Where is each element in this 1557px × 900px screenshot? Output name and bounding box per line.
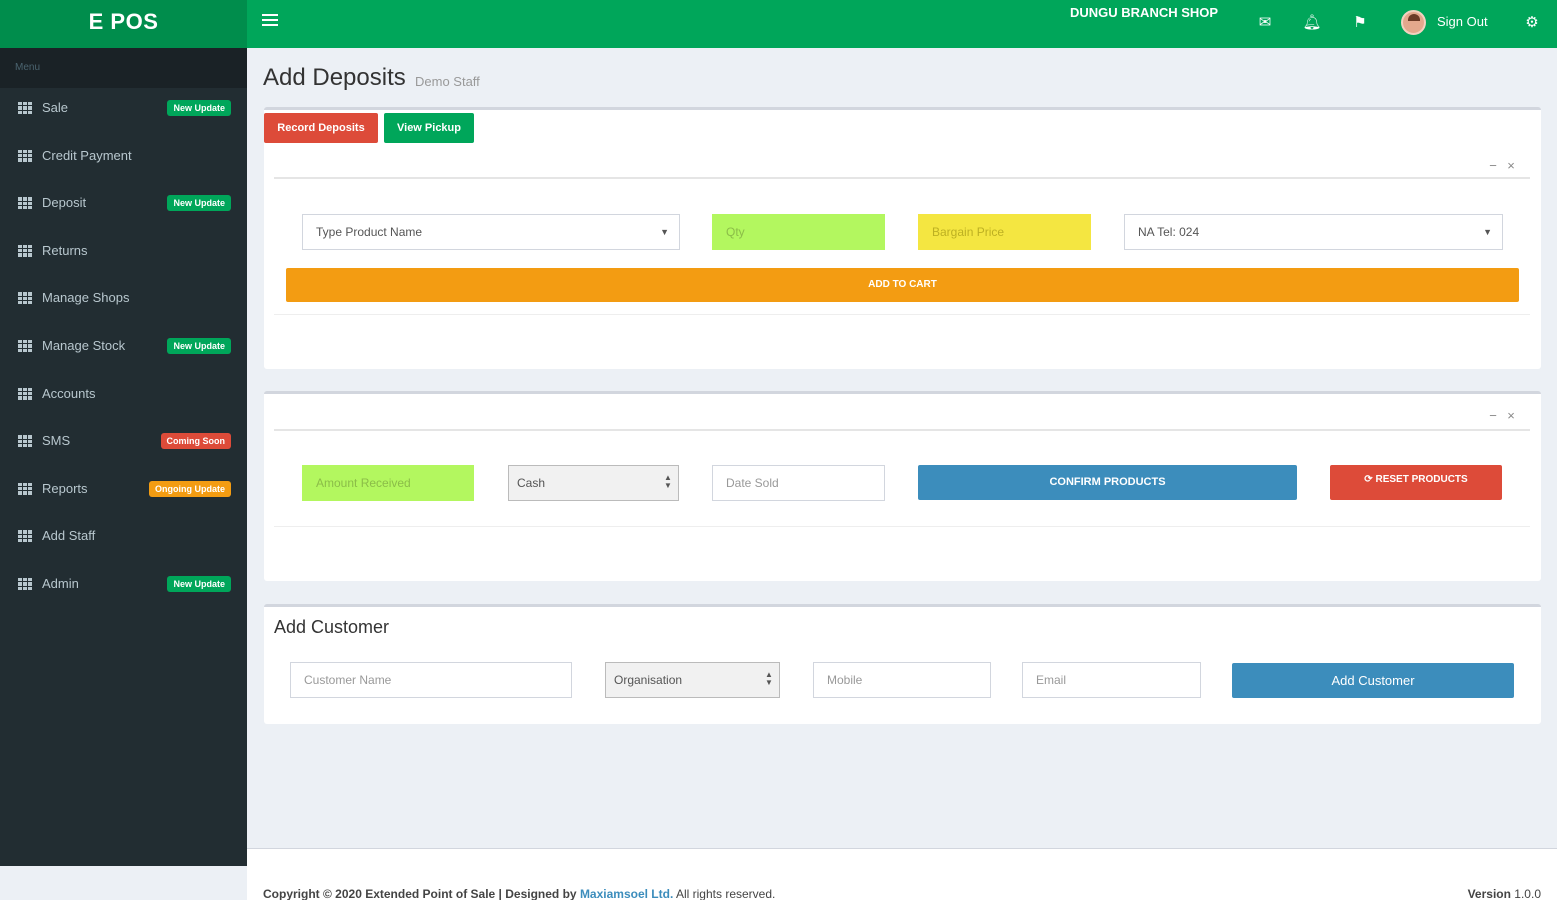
sidebar-item-label: Reports — [42, 480, 88, 496]
sidebar-item-sms[interactable]: SMS Coming Soon — [0, 421, 247, 461]
flag-icon[interactable]: ⚑ — [1349, 12, 1371, 34]
sign-out-link[interactable]: Sign Out — [1437, 14, 1488, 29]
table-icon — [18, 387, 32, 400]
confirm-products-button[interactable]: CONFIRM PRODUCTS — [918, 465, 1297, 500]
divider — [274, 526, 1530, 527]
refresh-icon: ⟳ — [1364, 474, 1376, 485]
table-icon — [18, 197, 32, 210]
organisation-select[interactable]: Organisation ▲ ▼ — [605, 662, 780, 698]
caret-down-icon: ▼ — [1483, 227, 1492, 237]
table-icon — [18, 530, 32, 543]
sidebar-item-sale[interactable]: Sale New Update — [0, 88, 247, 128]
box-tools: − × — [1484, 408, 1524, 424]
sidebar-item-label: Sale — [42, 100, 69, 115]
table-icon — [18, 340, 32, 352]
date-sold-input[interactable]: Date Sold — [712, 465, 885, 501]
sidebar-header: Menu — [0, 48, 247, 88]
divider — [274, 429, 1530, 431]
customer-name-input[interactable]: Customer Name — [290, 662, 572, 698]
sidebar-item-label: SMS — [42, 433, 71, 449]
designer-link[interactable]: Maxiamsoel Ltd. — [580, 887, 673, 900]
version-label: Version — [1467, 887, 1511, 900]
select-arrows-icon: ▲ ▼ — [765, 670, 773, 687]
sidebar-item-admin[interactable]: Admin New Update — [0, 564, 247, 604]
top-navbar: E POS DUNGU BRANCH SHOP ✉ 🔔︎ ⚑ Sign Out … — [0, 0, 1557, 48]
table-icon — [18, 244, 32, 257]
sidebar-item-credit-payment[interactable]: Credit Payment — [0, 136, 247, 176]
view-pickup-button[interactable]: View Pickup — [384, 113, 474, 143]
page-subtitle: Demo Staff — [415, 74, 480, 89]
table-icon — [18, 435, 32, 448]
gears-icon[interactable]: ⚙ — [1521, 12, 1543, 34]
copyright-text: Copyright © 2020 Extended Point of Sale … — [263, 887, 577, 900]
sidebar-item-accounts[interactable]: Accounts — [0, 374, 247, 414]
sidebar-item-label: Credit Payment — [42, 147, 132, 163]
amount-received-input[interactable]: Amount Received — [302, 465, 474, 501]
select-arrows-icon: ▲ ▼ — [664, 473, 672, 490]
footer-copyright: Copyright © 2020 Extended Point of Sale … — [263, 887, 775, 900]
table-icon — [18, 482, 32, 495]
payment-method-select[interactable]: Cash ▲ ▼ — [508, 465, 679, 501]
product-select-label: Type Product Name — [316, 225, 423, 239]
payment-method-value: Cash — [517, 476, 546, 490]
rights-text: All rights reserved. — [675, 887, 776, 900]
status-badge: New Update — [167, 338, 231, 354]
status-badge: Coming Soon — [160, 433, 231, 450]
divider — [274, 314, 1530, 315]
sidebar-item-add-staff[interactable]: Add Staff — [0, 516, 247, 556]
table-icon — [18, 578, 32, 590]
add-customer-title: Add Customer — [274, 617, 390, 637]
table-icon — [18, 292, 32, 305]
add-customer-button[interactable]: Add Customer — [1232, 663, 1514, 698]
sidebar-item-label: Admin — [42, 576, 79, 591]
qty-input[interactable]: Qty — [712, 214, 885, 250]
caret-down-icon: ▼ — [660, 227, 669, 237]
sidebar-item-manage-stock[interactable]: Manage Stock New Update — [0, 326, 247, 366]
add-to-cart-button[interactable]: ADD TO CART — [286, 268, 1519, 302]
table-icon — [18, 149, 32, 162]
sidebar-item-returns[interactable]: Returns — [0, 231, 247, 271]
sidebar-item-label: Manage Stock — [42, 338, 126, 353]
divider — [274, 177, 1530, 179]
sidebar-item-manage-shops[interactable]: Manage Shops — [0, 278, 247, 318]
email-input[interactable]: Email — [1022, 662, 1201, 698]
bell-icon[interactable]: 🔔︎ — [1301, 12, 1323, 34]
sidebar-item-label: Returns — [42, 242, 88, 258]
status-badge: New Update — [167, 576, 231, 592]
box-tools: − × — [1484, 158, 1524, 174]
account-select-value: NA Tel: 024 — [1138, 225, 1200, 239]
close-icon[interactable]: × — [1502, 408, 1520, 423]
version-number: 1.0.0 — [1514, 887, 1541, 900]
footer-version: Version 1.0.0 — [1468, 887, 1541, 900]
minimize-icon[interactable]: − — [1484, 408, 1502, 423]
status-badge: New Update — [167, 100, 231, 116]
sidebar-item-label: Deposit — [42, 195, 87, 211]
shop-name: DUNGU BRANCH SHOP — [1070, 5, 1219, 20]
footer: Copyright © 2020 Extended Point of Sale … — [247, 848, 1557, 900]
avatar[interactable] — [1401, 10, 1426, 35]
status-badge: New Update — [167, 195, 231, 212]
sidebar-item-deposit[interactable]: Deposit New Update — [0, 183, 247, 223]
sidebar-item-label: Manage Shops — [42, 290, 130, 306]
sidebar-item-reports[interactable]: Reports Ongoing Update — [0, 469, 247, 509]
page-title: Add Deposits — [263, 64, 406, 91]
table-icon — [18, 102, 32, 114]
envelope-icon[interactable]: ✉ — [1254, 12, 1276, 34]
organisation-value: Organisation — [614, 673, 683, 687]
bargain-price-input[interactable]: Bargain Price — [918, 214, 1091, 250]
account-select[interactable]: NA Tel: 024 ▼ — [1124, 214, 1503, 250]
sidebar-item-label: Add Staff — [42, 528, 96, 544]
sidebar-item-label: Accounts — [42, 385, 96, 401]
reset-products-button[interactable]: ⟳ RESET PRODUCTS — [1330, 465, 1502, 500]
mobile-input[interactable]: Mobile — [813, 662, 991, 698]
reset-products-label: RESET PRODUCTS — [1375, 474, 1468, 485]
menu-toggle-icon[interactable] — [262, 14, 278, 30]
sidebar: Menu Sale New Update Credit Payment Deposit… — [0, 48, 247, 866]
status-badge: Ongoing Update — [149, 480, 231, 497]
product-search-select[interactable]: Type Product Name ▼ — [302, 214, 680, 250]
record-deposits-button[interactable]: Record Deposits — [264, 113, 378, 143]
close-icon[interactable]: × — [1502, 158, 1520, 173]
minimize-icon[interactable]: − — [1484, 158, 1502, 173]
app-logo[interactable]: E POS — [0, 0, 247, 48]
